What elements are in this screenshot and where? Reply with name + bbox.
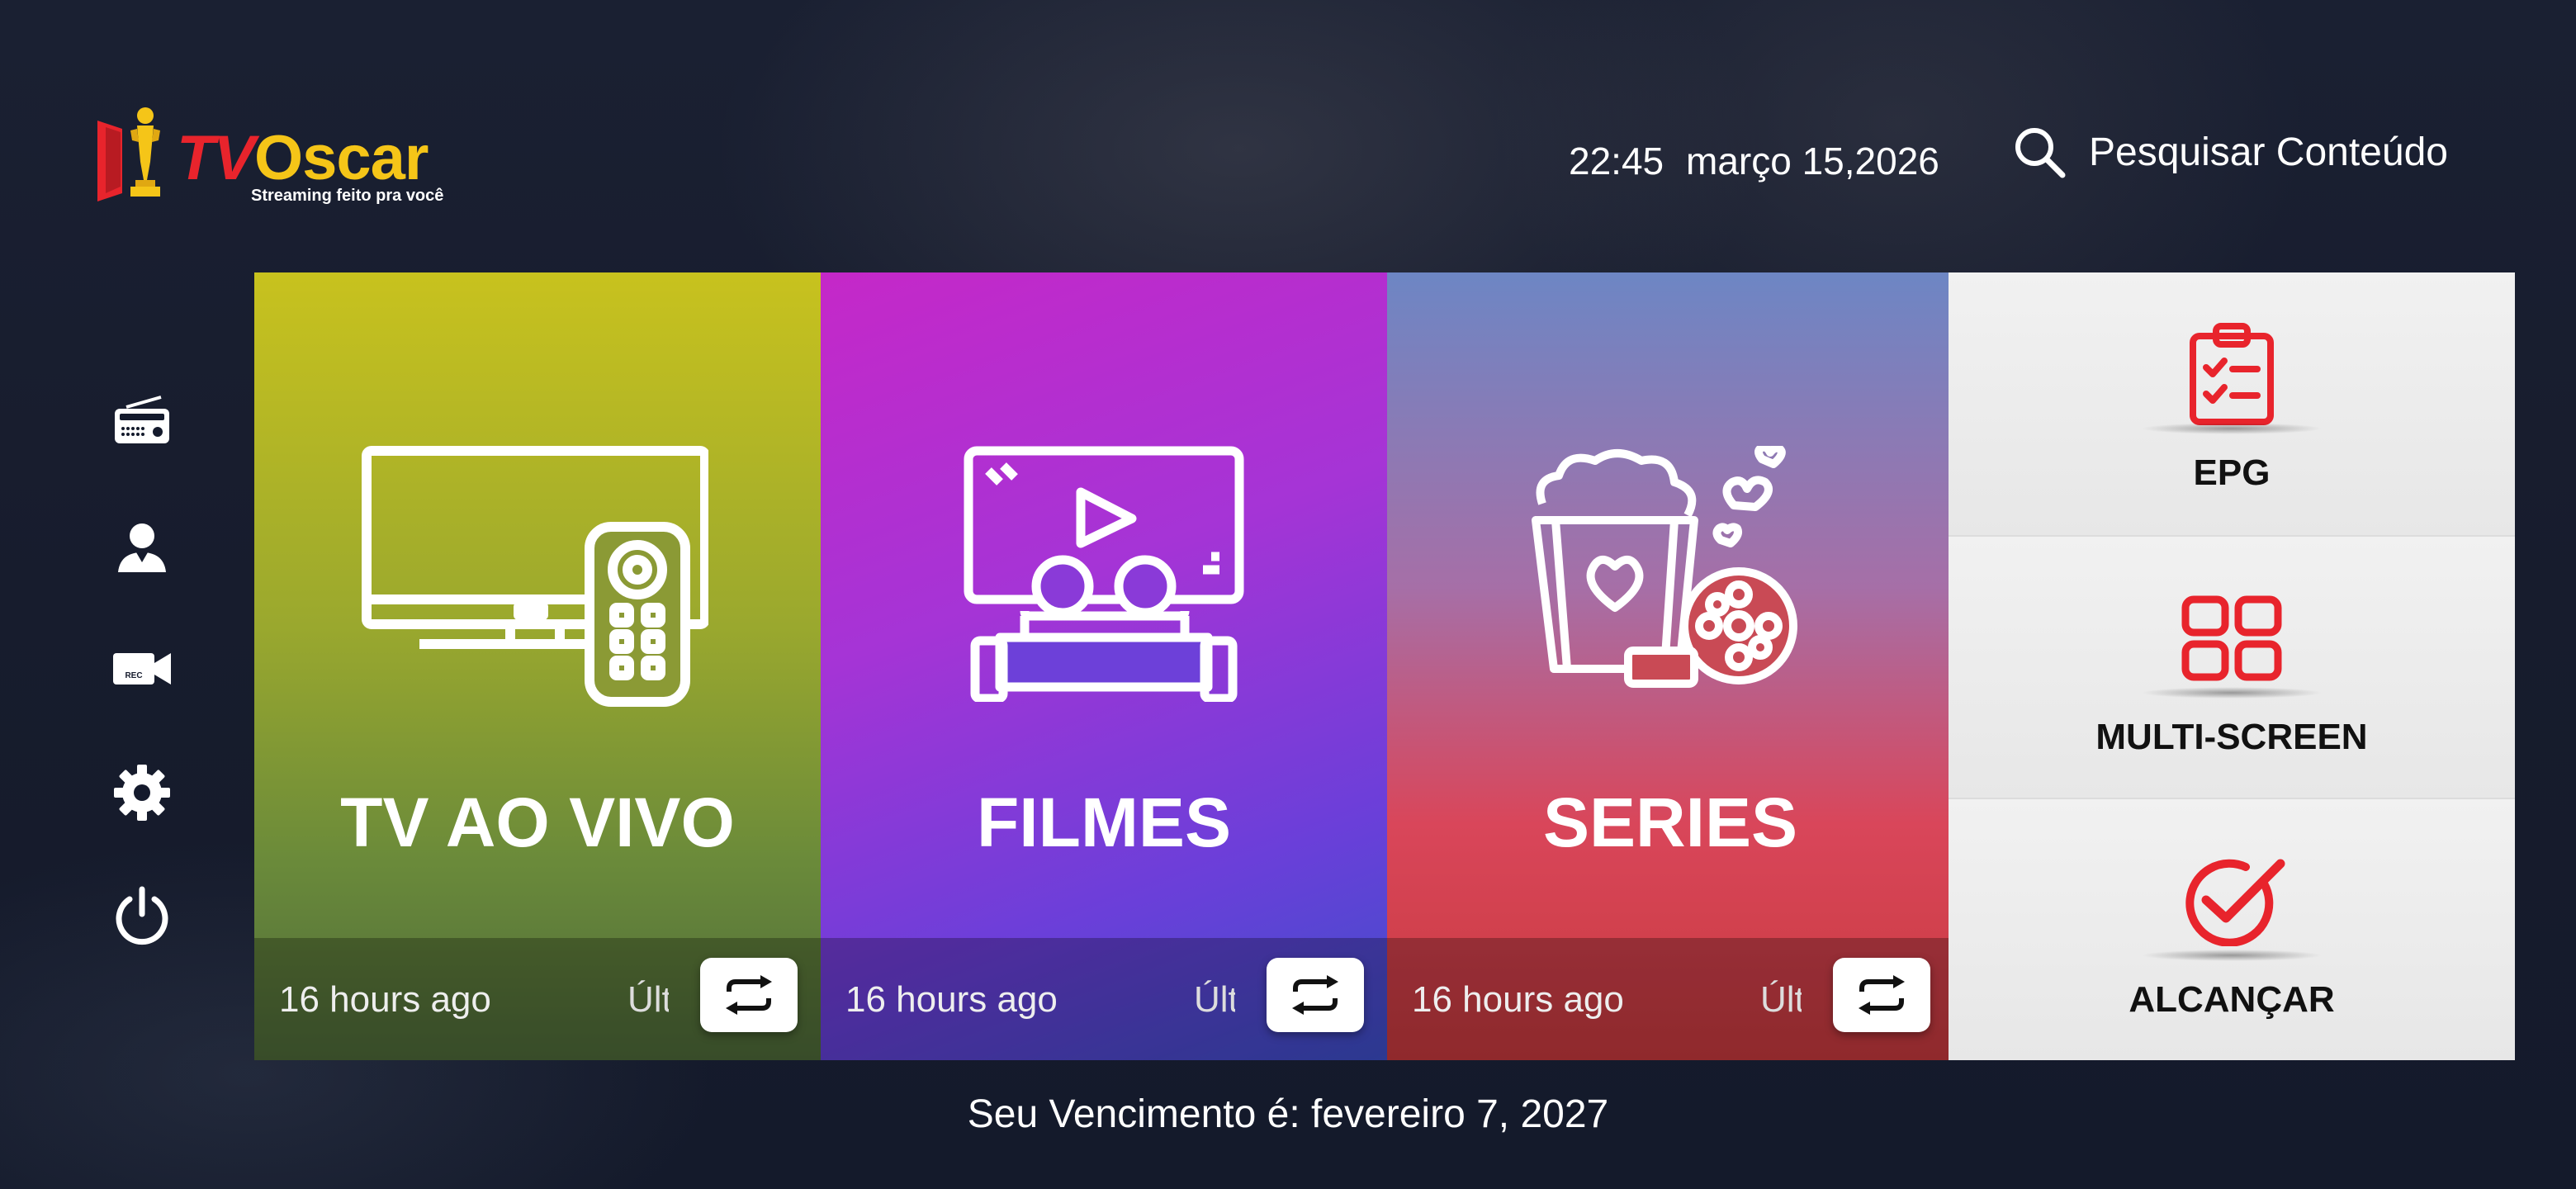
- menu-label: ALCANÇAR: [2129, 979, 2335, 1020]
- icon-shadow: [2141, 950, 2323, 961]
- menu-item-catchup[interactable]: ALCANÇAR: [1949, 798, 2515, 1060]
- tile-title: TV AO VIVO: [340, 784, 735, 861]
- tile-footer: 16 hours ago Últ: [254, 938, 821, 1060]
- last-updated: 16 hours ago: [1412, 979, 1624, 1020]
- search-label: Pesquisar Conteúdo: [2089, 130, 2448, 174]
- icon-shadow: [2141, 687, 2323, 699]
- refresh-icon: [1292, 975, 1338, 1015]
- refresh-button[interactable]: [1833, 958, 1930, 1032]
- sidebar-item-account[interactable]: [107, 512, 177, 581]
- oscar-logo-icon: [97, 107, 160, 201]
- tile-series[interactable]: SERIES 16 hours ago Últ: [1387, 272, 1953, 1060]
- tile-live-tv[interactable]: TV AO VIVO 16 hours ago Últ: [254, 272, 821, 1060]
- popcorn-icon: [1532, 446, 1797, 688]
- sidebar-item-recordings[interactable]: REC: [107, 634, 177, 703]
- last-updated: 16 hours ago: [279, 979, 491, 1020]
- menu-item-epg[interactable]: EPG: [1949, 272, 2515, 535]
- app-logo: TV Oscar Streaming feito pra você: [97, 104, 444, 211]
- refresh-button[interactable]: [1267, 958, 1364, 1032]
- tile-footer: 16 hours ago Últ: [1387, 938, 1953, 1060]
- refresh-button[interactable]: [700, 958, 798, 1032]
- sidebar-item-radio[interactable]: [107, 388, 177, 457]
- tile-footer: 16 hours ago Últ: [821, 938, 1387, 1060]
- clock: 22:45: [1569, 140, 1664, 182]
- clipboard-icon: [2190, 323, 2274, 425]
- rec-camera-icon: REC: [113, 653, 171, 685]
- tv-remote-icon: [362, 446, 708, 707]
- date: março 15,2026: [1686, 140, 1939, 182]
- svg-text:REC: REC: [125, 671, 142, 680]
- power-icon: [116, 886, 168, 945]
- refresh-icon: [726, 975, 772, 1015]
- grid-icon: [2181, 595, 2282, 681]
- search-button[interactable]: Pesquisar Conteúdo: [2011, 124, 2448, 180]
- menu-icon-wrap: [2178, 320, 2285, 428]
- menu-icon-wrap: [2178, 585, 2285, 692]
- subscription-expiry: Seu Vencimento é: fevereiro 7, 2027: [967, 1092, 1609, 1136]
- gear-icon: [114, 765, 170, 821]
- radio-icon: [115, 396, 169, 443]
- last-label: Últ: [1760, 979, 1802, 1020]
- check-circle-icon: [2185, 859, 2285, 946]
- menu-icon-wrap: [2178, 847, 2285, 955]
- brand-tv: TV: [177, 123, 255, 193]
- tile-title: SERIES: [1542, 784, 1798, 861]
- user-icon: [118, 523, 166, 572]
- menu-label: MULTI-SCREEN: [2095, 717, 2368, 757]
- search-icon: [2015, 128, 2066, 178]
- brand-tagline: Streaming feito pra você: [251, 187, 444, 205]
- quick-menu: EPG MULTI-SCREEN ALCANÇAR: [1949, 272, 2515, 1060]
- cinema-icon: [964, 446, 1244, 702]
- last-label: Últ: [627, 979, 669, 1020]
- refresh-icon: [1859, 975, 1905, 1015]
- menu-label: EPG: [2193, 452, 2271, 493]
- menu-item-multiscreen[interactable]: MULTI-SCREEN: [1949, 535, 2515, 798]
- sidebar-item-settings[interactable]: [107, 758, 177, 827]
- tile-movies[interactable]: FILMES 16 hours ago Últ: [821, 272, 1387, 1060]
- sidebar-item-power[interactable]: [107, 880, 177, 950]
- tile-title: FILMES: [977, 784, 1231, 861]
- last-label: Últ: [1194, 979, 1235, 1020]
- brand-oscar: Oscar: [254, 123, 429, 193]
- icon-shadow: [2141, 423, 2323, 434]
- last-updated: 16 hours ago: [845, 979, 1058, 1020]
